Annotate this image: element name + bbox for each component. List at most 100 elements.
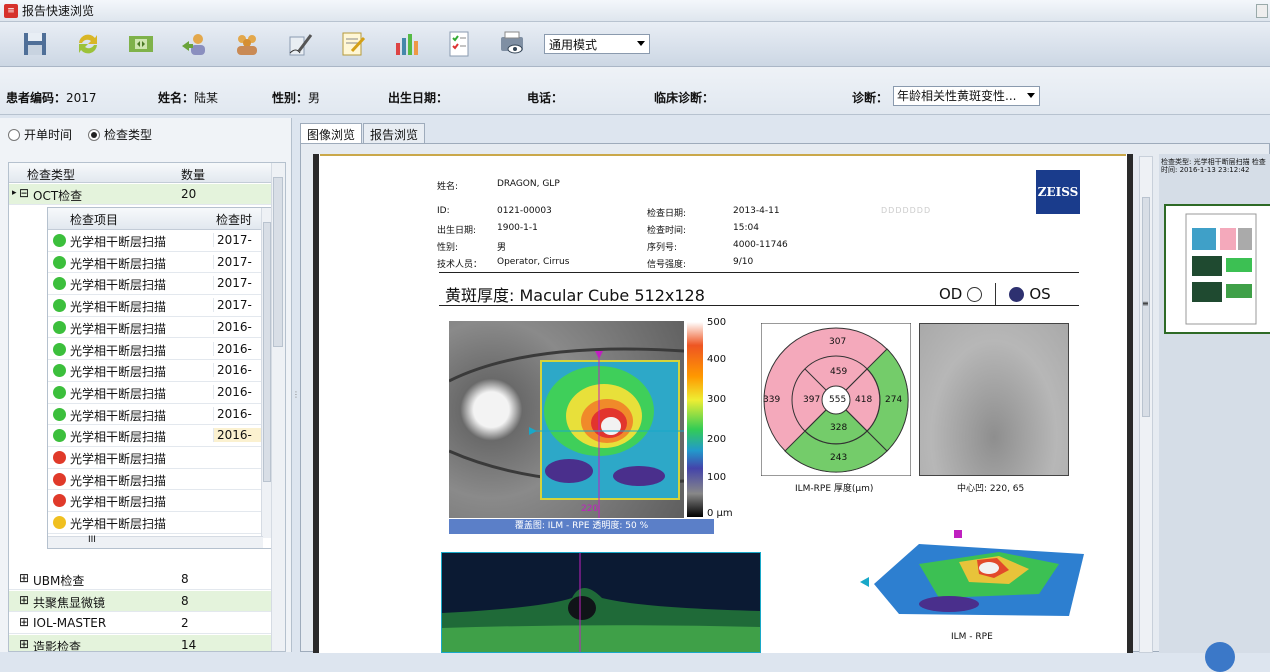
column-header-time[interactable]: 检查时 [216, 211, 252, 228]
exam-item-name: 光学相干断层扫描 [70, 408, 167, 423]
print-preview-icon[interactable] [495, 27, 529, 61]
scrollbar-grip[interactable]: ≡ [1142, 299, 1149, 308]
chart-icon[interactable] [389, 27, 423, 61]
patient-phone-label: 电话： [527, 91, 564, 105]
refresh-icon[interactable] [71, 27, 105, 61]
thickness-overlay [449, 347, 684, 518]
help-button[interactable] [1205, 642, 1235, 672]
exam-item-time: 2016- [213, 406, 263, 421]
window-control-button[interactable] [1256, 4, 1268, 18]
subgrid-horizontal-scrollbar[interactable]: III [48, 535, 263, 548]
exam-item-row[interactable]: 光学相干断层扫描 2017- [48, 295, 263, 317]
expand-icon[interactable]: ⊞ [19, 615, 29, 629]
expand-icon[interactable]: ⊞ [19, 571, 29, 585]
subgrid-vertical-scrollbar[interactable] [261, 208, 271, 538]
left-panel: 开单时间 检查类型 检查类型 数量 ▸ ⊟ OCT检查 20 检查项目 检查时 … [0, 118, 292, 652]
exam-item-row[interactable]: 光学相干断层扫描 [48, 469, 263, 491]
exam-item-row[interactable]: 光学相干断层扫描 2016- [48, 339, 263, 361]
group-name: IOL-MASTER [33, 616, 107, 630]
scrollbar-thumb[interactable] [263, 222, 271, 482]
group-row-confocal[interactable]: ⊞ 共聚焦显微镜 8 [9, 591, 271, 612]
chevron-down-icon [637, 41, 645, 46]
splitter-grip[interactable]: ⋮ [292, 390, 300, 399]
report-id-label: ID: [437, 206, 450, 216]
exam-item-row[interactable]: 光学相干断层扫描 2016- [48, 404, 263, 426]
report-tech-value: Operator, Cirrus [497, 257, 570, 267]
group-row-iol-master[interactable]: ⊞ IOL-MASTER 2 [9, 613, 271, 634]
report-vertical-scrollbar[interactable]: ≡ [1139, 156, 1153, 653]
sign-icon[interactable] [283, 27, 317, 61]
collapse-icon[interactable]: ⊟ [19, 186, 29, 200]
exam-item-row[interactable]: 光学相干断层扫描 2016- [48, 425, 263, 447]
document-border [320, 154, 1126, 156]
users-icon[interactable] [230, 27, 264, 61]
exam-item-row[interactable]: 光学相干断层扫描 2016- [48, 360, 263, 382]
report-dob-value: 1900-1-1 [497, 223, 538, 233]
patient-sex-field: 性别：男 [272, 89, 320, 106]
etdrs-outer-superior: 307 [829, 337, 847, 347]
column-header-item[interactable]: 检查项目 [70, 211, 118, 228]
report-date-value: 2013-4-11 [733, 206, 780, 216]
edit-report-icon[interactable] [336, 27, 370, 61]
exam-item-name: 光学相干断层扫描 [70, 235, 167, 249]
etdrs-inner-nasal: 397 [803, 395, 821, 405]
expand-icon[interactable]: ⊞ [19, 637, 29, 651]
exam-item-name: 光学相干断层扫描 [70, 321, 167, 336]
scrollbar-thumb[interactable] [273, 177, 283, 347]
report-time-value: 15:04 [733, 223, 759, 233]
diagnosis-label-field: 诊断： [852, 89, 888, 106]
exam-item-time: 2016- [213, 319, 263, 334]
patient-dob-field: 出生日期： [388, 89, 448, 106]
status-red-icon [53, 451, 66, 464]
column-header-type[interactable]: 检查类型 [27, 166, 75, 183]
mode-select[interactable]: 通用模式 [544, 34, 650, 54]
exam-item-row[interactable]: 光学相干断层扫描 [48, 512, 263, 534]
group-name: UBM检查 [33, 574, 85, 588]
tab-report-browse[interactable]: 报告浏览 [363, 123, 426, 143]
save-icon[interactable] [18, 27, 52, 61]
grid-header: 检查类型 数量 [9, 163, 271, 183]
status-green-icon [53, 299, 66, 313]
report-signal-label: 信号强度: [647, 260, 687, 270]
exam-item-row[interactable]: 光学相干断层扫描 2017- [48, 252, 263, 274]
patient-name-field: 姓名：陆某 [158, 89, 218, 106]
group-row-oct[interactable]: ▸ ⊟ OCT检查 20 [9, 184, 271, 205]
exam-item-row[interactable]: 光学相干断层扫描 2016- [48, 382, 263, 404]
checklist-icon[interactable] [442, 27, 476, 61]
column-header-count[interactable]: 数量 [181, 166, 205, 183]
exam-item-row[interactable]: 光学相干断层扫描 [48, 490, 263, 513]
grid-vertical-scrollbar[interactable] [271, 163, 285, 651]
clinical-diagnosis-label: 临床诊断： [654, 91, 715, 105]
exam-item-time: 2017- [213, 233, 263, 247]
tab-image-browse[interactable]: 图像浏览 [300, 123, 363, 143]
exam-item-row[interactable]: 光学相干断层扫描 2017- [48, 273, 263, 296]
exam-item-time: 2017- [213, 298, 263, 313]
group-row-angiography[interactable]: ⊞ 造影检查 14 [9, 635, 271, 651]
patient-phone-field: 电话： [527, 89, 563, 106]
radio-order-time-label: 开单时间 [24, 128, 73, 142]
exam-item-row[interactable]: 光学相干断层扫描 2016- [48, 317, 263, 339]
radio-exam-type[interactable] [88, 128, 101, 141]
patient-name-value: 陆某 [194, 91, 219, 105]
radio-order-time[interactable] [8, 128, 20, 141]
scale-label-0: 0 µm [707, 508, 733, 519]
group-row-ubm[interactable]: ⊞ UBM检查 8 [9, 569, 271, 590]
film-icon[interactable] [124, 27, 158, 61]
patient-sex-label: 性别： [272, 91, 309, 105]
scrollbar-grip[interactable]: III [88, 535, 96, 545]
user-transfer-icon[interactable] [177, 27, 211, 61]
report-thumbnail[interactable] [1164, 204, 1270, 334]
report-signal-value: 9/10 [733, 257, 754, 267]
exam-item-row[interactable]: 光学相干断层扫描 2017- [48, 230, 263, 252]
exam-item-name: 光学相干断层扫描 [70, 430, 167, 445]
report-sex-value: 男 [497, 243, 507, 253]
diagnosis-select[interactable]: 年龄相关性黄斑变性... [893, 86, 1040, 106]
status-green-icon [53, 320, 66, 334]
exam-item-row[interactable]: 光学相干断层扫描 [48, 447, 263, 469]
status-green-icon [53, 255, 66, 269]
expand-icon[interactable]: ⊞ [19, 593, 29, 607]
status-green-icon [53, 277, 66, 291]
report-id-value: 0121-00003 [497, 206, 552, 216]
patient-sex-value: 男 [308, 91, 321, 105]
exam-item-name: 光学相干断层扫描 [70, 386, 167, 401]
